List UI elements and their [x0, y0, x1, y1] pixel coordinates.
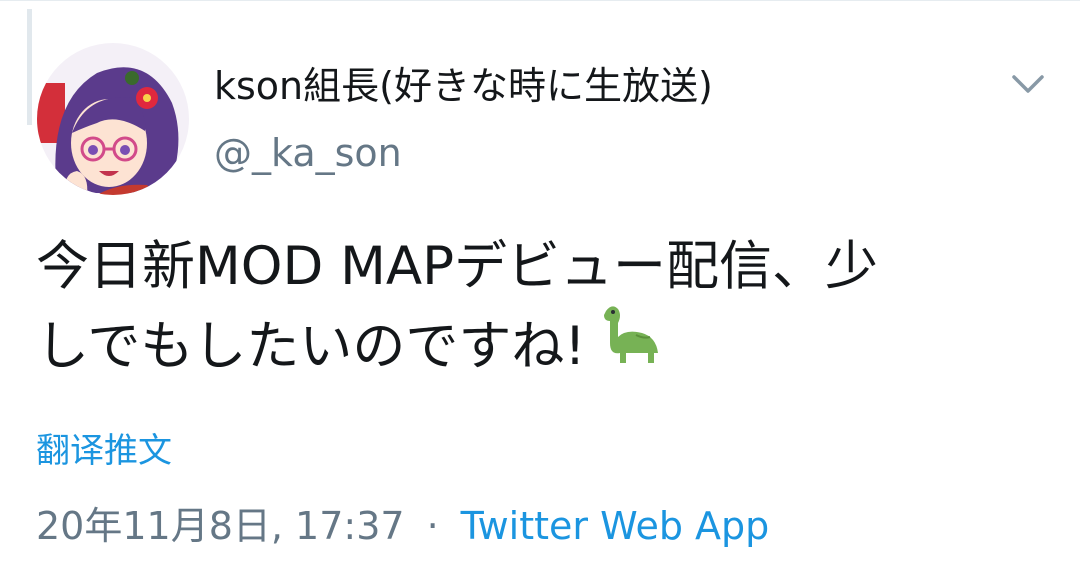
- thread-divider: [27, 9, 32, 125]
- tweet-card: kson組長(好きな時に生放送) @_ka_son 今日新MOD MAPデビュー…: [0, 0, 1080, 567]
- author-display-name[interactable]: kson組長(好きな時に生放送): [214, 61, 713, 111]
- tweet-text-line-1: 今日新MOD MAPデビュー配信、少: [36, 236, 879, 297]
- metadata-separator: ·: [426, 504, 439, 548]
- tweet-source-link[interactable]: Twitter Web App: [461, 504, 770, 548]
- sauropod-dinosaur-icon: [596, 303, 662, 388]
- translate-tweet-link[interactable]: 翻译推文: [36, 429, 172, 473]
- tweet-text-line-2-text: しでもしたいのですね!: [36, 316, 586, 377]
- avatar[interactable]: [37, 43, 189, 195]
- tweet-menu-button[interactable]: [1008, 67, 1048, 99]
- author-handle[interactable]: @_ka_son: [214, 128, 402, 178]
- avatar-icon: [37, 43, 189, 195]
- chevron-down-icon: [1012, 75, 1044, 93]
- tweet-text-line-2: しでもしたいのですね!: [36, 306, 1036, 388]
- tweet-text: 今日新MOD MAPデビュー配信、少 しでもしたいのですね!: [36, 227, 1036, 388]
- tweet-timestamp[interactable]: 20年11月8日, 17:37: [36, 504, 405, 548]
- tweet-metadata: 20年11月8日, 17:37 · Twitter Web App: [36, 501, 769, 551]
